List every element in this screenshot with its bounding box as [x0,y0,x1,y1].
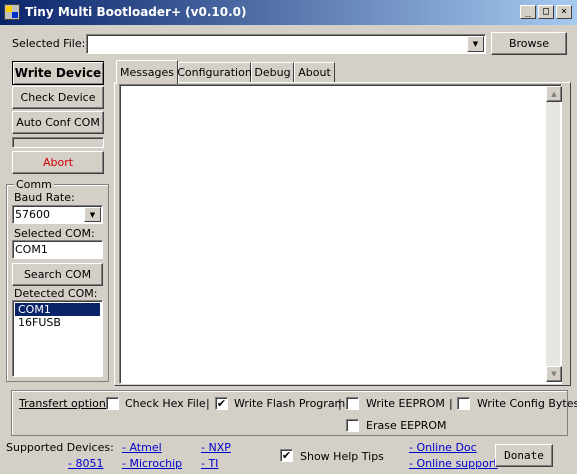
option-separator: | [206,397,210,410]
scrollbar[interactable]: ▲ ▼ [546,86,562,382]
selected-file-label: Selected File: [12,37,86,50]
write-config-checkbox[interactable] [457,397,470,410]
check-hex-label: Check Hex File [125,397,206,410]
online-support-link[interactable]: - Online support [409,457,498,470]
link-nxp[interactable]: - NXP [201,441,231,454]
option-separator: | [338,397,342,410]
erase-eeprom-label: Erase EEPROM [366,419,447,432]
transfer-options-label: Transfert options: [19,397,116,410]
show-help-tips-checkbox[interactable]: ✔ [280,449,293,462]
maximize-button[interactable]: □ [538,5,554,19]
supported-devices-label: Supported Devices: [6,441,114,454]
auto-conf-com-button[interactable]: Auto Conf COM [12,111,104,134]
scroll-up-icon[interactable]: ▲ [546,86,562,102]
show-help-tips-label: Show Help Tips [300,450,384,463]
chevron-down-icon[interactable]: ▼ [84,207,101,222]
tab-about[interactable]: About [294,62,335,82]
tab-messages[interactable]: Messages [116,60,178,84]
write-flash-checkbox[interactable]: ✔ [215,397,228,410]
selected-com-input[interactable]: COM1 [12,240,103,259]
detected-com-label: Detected COM: [14,287,98,300]
option-separator: | [449,397,453,410]
search-com-button[interactable]: Search COM [12,263,103,286]
chevron-down-icon[interactable]: ▼ [467,36,484,52]
link-atmel[interactable]: - Atmel [122,441,162,454]
close-button[interactable]: × [556,5,572,19]
donate-button[interactable]: Donate [495,444,553,467]
baud-rate-value: 57600 [15,208,50,221]
list-item[interactable]: 16FUSB [15,316,100,329]
link-ti[interactable]: - TI [201,457,218,470]
write-config-label: Write Config Bytes [477,397,577,410]
erase-eeprom-checkbox[interactable] [346,419,359,432]
selected-file-combo[interactable]: ▼ [86,34,486,54]
progress-bar [12,137,104,148]
messages-textarea[interactable]: ▲ ▼ [119,84,562,384]
baud-rate-combo[interactable]: 57600 ▼ [12,205,103,224]
list-item[interactable]: COM1 [15,303,100,316]
online-doc-link[interactable]: - Online Doc [409,441,477,454]
comm-group-title: Comm [14,178,54,191]
detected-com-list[interactable]: COM1 16FUSB [12,300,103,377]
check-hex-checkbox[interactable] [106,397,119,410]
window-title: Tiny Multi Bootloader+ (v0.10.0) [25,5,247,19]
link-8051[interactable]: - 8051 [68,457,103,470]
write-eeprom-label: Write EEPROM [366,397,445,410]
scroll-down-icon[interactable]: ▼ [546,366,562,382]
minimize-button[interactable]: _ [520,5,536,19]
check-icon: ✔ [281,449,292,462]
write-device-button[interactable]: Write Device [12,61,104,85]
selected-com-value: COM1 [15,243,48,256]
app-icon [4,4,20,20]
check-device-button[interactable]: Check Device [12,86,104,109]
browse-button[interactable]: Browse [491,32,567,55]
link-microchip[interactable]: - Microchip [122,457,182,470]
write-eeprom-checkbox[interactable] [346,397,359,410]
tab-debug[interactable]: Debug [251,62,294,82]
baud-rate-label: Baud Rate: [14,191,75,204]
abort-button[interactable]: Abort [12,151,104,174]
tab-configuration[interactable]: Configuration [177,62,252,82]
check-icon: ✔ [216,397,227,410]
write-flash-label: Write Flash Program [234,397,346,410]
selected-com-label: Selected COM: [14,227,95,240]
